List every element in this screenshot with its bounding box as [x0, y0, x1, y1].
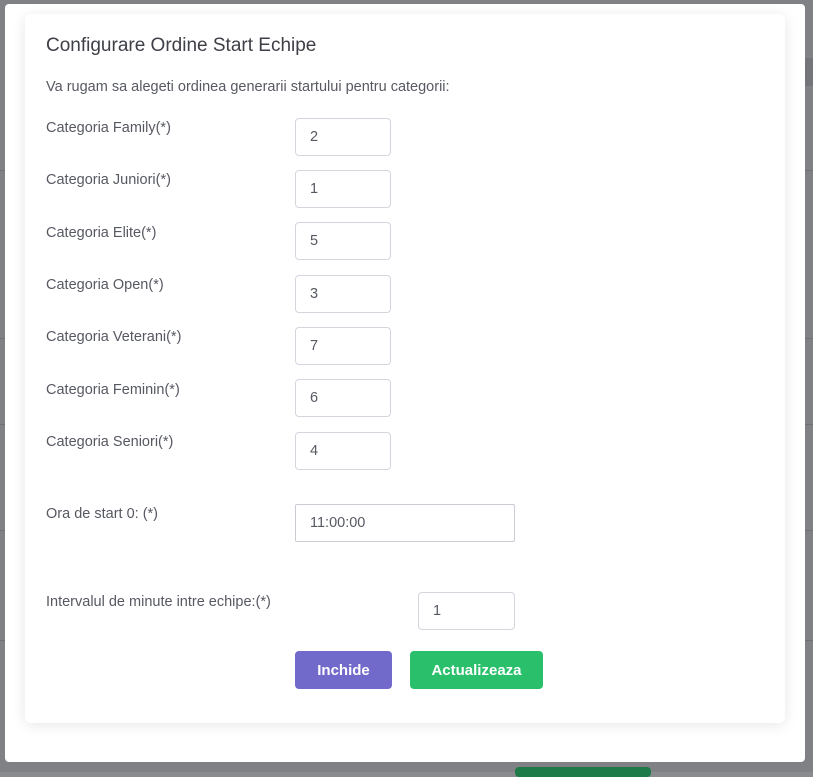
category-veterani-input[interactable]	[295, 327, 391, 365]
category-juniori-label: Categoria Juniori(*)	[46, 172, 171, 188]
category-feminin-label: Categoria Feminin(*)	[46, 382, 180, 398]
category-family-label: Categoria Family(*)	[46, 120, 171, 136]
category-open-input[interactable]	[295, 275, 391, 313]
category-feminin-input[interactable]	[295, 379, 391, 417]
interval-label: Intervalul de minute intre echipe:(*)	[46, 594, 271, 610]
category-seniori-label: Categoria Seniori(*)	[46, 434, 174, 450]
category-elite-input[interactable]	[295, 222, 391, 260]
modal-title: Configurare Ordine Start Echipe	[46, 35, 317, 56]
category-open-label: Categoria Open(*)	[46, 277, 164, 293]
interval-input[interactable]	[418, 592, 515, 630]
category-family-input[interactable]	[295, 118, 391, 156]
category-veterani-label: Categoria Veterani(*)	[46, 329, 182, 345]
close-button[interactable]: Inchide	[295, 651, 392, 689]
modal-intro-text: Va rugam sa alegeti ordinea generarii st…	[46, 79, 450, 95]
start-time-input[interactable]	[295, 504, 515, 542]
start-time-label: Ora de start 0: (*)	[46, 506, 159, 522]
category-elite-label: Categoria Elite(*)	[46, 225, 157, 241]
category-seniori-input[interactable]	[295, 432, 391, 470]
update-button[interactable]: Actualizeaza	[410, 651, 543, 689]
background-button	[515, 767, 651, 777]
category-juniori-input[interactable]	[295, 170, 391, 208]
